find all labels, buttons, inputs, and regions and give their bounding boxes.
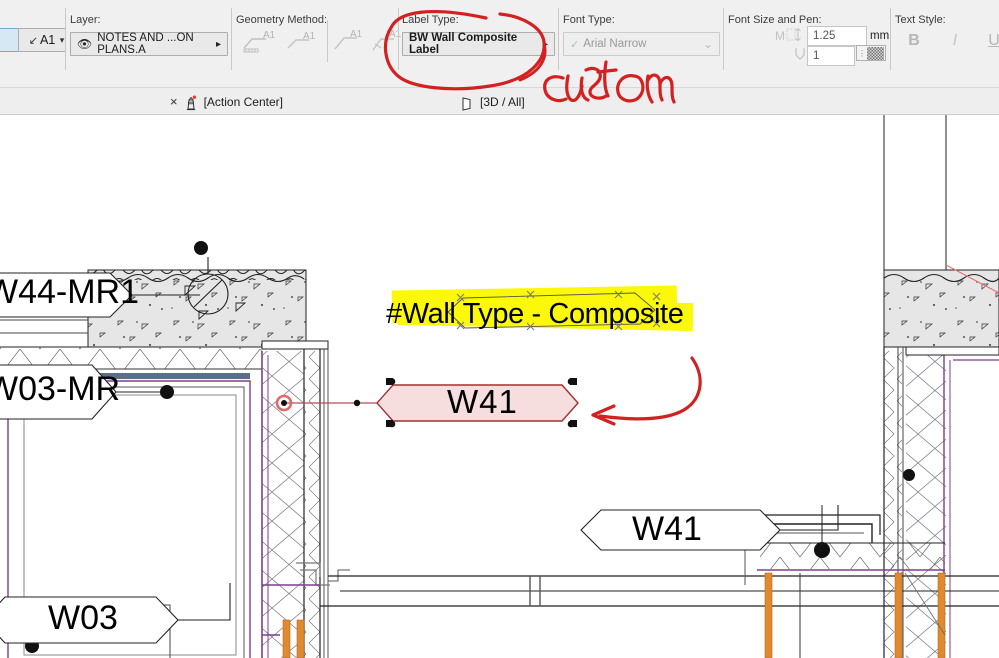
tab-action-center[interactable]: × [Action Center] [170,88,283,115]
label-type-group-label: Label Type: [402,14,459,26]
font-type-group-label: Font Type: [563,14,615,26]
layer-group-label: Layer: [70,14,101,26]
label-type-arrow-icon[interactable]: ▸ [543,39,548,50]
pen-number-value: 1 [813,50,820,62]
pen-value: A1 [39,33,56,47]
drawing-canvas[interactable]: #Wall Type - Composite W41 W44-MR1 W03-M… [0,115,999,658]
geometry-method-2-caption: A1 [303,31,316,42]
wall-tag-w41-selected-text[interactable]: W41 [447,383,518,421]
svg-text:M: M [775,29,785,43]
layer-selector[interactable]: 👁 NOTES AND ...ON PLANS.A ▸ [70,32,228,56]
wall-tag-w03-label[interactable]: W03 [48,599,118,638]
pen-number-input[interactable]: 1 [807,46,855,66]
wall-tag-w41-label[interactable]: W41 [632,510,702,549]
font-type-chevron-down-icon[interactable]: ⌄ [703,37,713,51]
italic-button[interactable]: I [944,30,966,52]
font-type-check-icon: ✓ [570,38,580,51]
wall-tag-w44-mr1-label[interactable]: W44-MR1 [0,273,139,312]
geometry-method-group-label: Geometry Method: [236,14,328,26]
pen-arrow-icon: ↙ [28,34,38,47]
tab-3d-all[interactable]: [3D / All] [460,88,525,115]
geometry-method-1-caption: A1 [263,30,276,41]
close-icon[interactable]: × [170,94,178,109]
document-tab-bar: × [Action Center] [3D / All] [0,88,999,115]
concrete-slab-right [883,115,999,348]
cube-icon [460,94,474,111]
tab-action-center-label: [Action Center] [203,94,283,109]
label-type-dropdown[interactable]: BW Wall Composite Label ▸ [402,32,555,56]
font-type-dropdown[interactable]: ✓ Arial Narrow ⌄ [563,32,720,56]
options-toolbar: ↙ A1 ▾ Layer: 👁 NOTES AND ...ON PLANS.A … [0,0,999,88]
text-style-group-label: Text Style: [895,14,946,26]
selected-label-text[interactable]: #Wall Type - Composite [386,298,684,331]
underline-button[interactable]: U [983,30,999,52]
geometry-method-4-caption: A1 [389,29,402,40]
wall-tag-w03-mr-label[interactable]: W03-MR [0,370,120,409]
geometry-method-3-caption: A1 [350,29,363,40]
eye-icon: 👁 [77,37,93,51]
selected-wall-tag-shape [275,378,579,428]
font-height-icon: M [775,26,803,44]
font-size-and-pen-group-label: Font Size and Pen: [728,14,822,26]
font-size-unit: mm [870,30,890,42]
pen-icon [793,46,807,62]
layer-arrow-icon[interactable]: ▸ [216,39,221,50]
pen-dropdown-chevron-icon[interactable]: ▾ [56,34,68,46]
font-size-input[interactable]: 1.25 [807,26,867,46]
tab-3d-all-label: [3D / All] [480,94,525,109]
label-type-value: BW Wall Composite Label [409,32,518,56]
pen-color-swatch[interactable]: ⋮ [856,45,886,61]
layer-value: NOTES AND ...ON PLANS.A [97,32,194,56]
font-type-value: Arial Narrow [583,38,647,50]
bold-button[interactable]: B [903,30,925,52]
font-size-value: 1.25 [813,30,836,42]
lighthouse-icon [184,94,198,110]
